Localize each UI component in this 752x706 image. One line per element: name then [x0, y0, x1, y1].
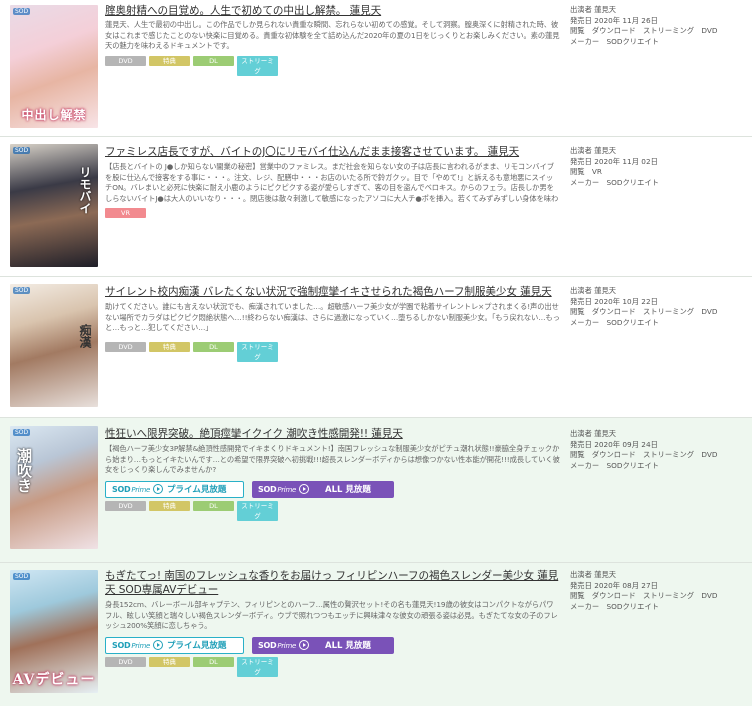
tag-dl[interactable]: DL: [193, 341, 234, 352]
format-tags: DVD 特典 DL ストリーミ グ: [105, 500, 560, 521]
tag-tokuten[interactable]: 特典: [149, 55, 190, 66]
tag-dl[interactable]: DL: [193, 55, 234, 66]
product-description: 【褐色ハーフ美少女3P解禁&絶頂性感開発でイキまくりドキュメント!】南国フレッシ…: [105, 444, 560, 474]
play-circle-icon: [152, 640, 163, 650]
product-thumbnail[interactable]: SOD 痴漢: [10, 284, 98, 407]
play-circle-icon: [298, 484, 309, 494]
release-date: 2020年 11月 02日: [594, 156, 658, 166]
all-unlimited-button[interactable]: SODPrime ALL 見放題: [252, 480, 394, 498]
product-thumbnail[interactable]: SOD AVデビュー: [10, 570, 98, 693]
performer-link[interactable]: 蓮見天: [594, 286, 616, 295]
sod-prime-logo: SODPrime: [258, 640, 296, 650]
performer-link[interactable]: 蓮見天: [594, 5, 616, 14]
view-formats: ダウンロード ストリーミング DVD: [591, 26, 718, 35]
thumbnail-caption: リモバイ: [78, 166, 92, 214]
performer-link[interactable]: 蓮見天: [594, 429, 616, 438]
list-item: SOD 痴漢 サイレント校内痴漢 バレたくない状況で強制痙攣イキさせられた褐色ハ…: [0, 277, 752, 418]
maker-link[interactable]: SODクリエイト: [606, 318, 658, 327]
label-logo: SOD: [13, 287, 31, 294]
performer-link[interactable]: 蓮見天: [594, 146, 616, 155]
thumbnail-caption: 潮吹き: [15, 448, 33, 493]
view-formats: ダウンロード ストリーミング DVD: [591, 307, 718, 316]
performer-link[interactable]: 蓮見天: [594, 570, 616, 579]
tag-dvd[interactable]: DVD: [105, 55, 146, 66]
tag-dvd[interactable]: DVD: [105, 500, 146, 511]
product-title-link[interactable]: ファミレス店長ですが、バイトのJ〇にリモバイ仕込んだまま接客させています。 蓮見…: [105, 145, 560, 159]
release-date: 2020年 08月 27日: [594, 580, 658, 590]
thumbnail-caption: AVデビュー: [12, 672, 96, 688]
thumbnail-caption: 中出し解禁: [21, 108, 87, 122]
list-item: SOD 潮吹き 性狂いへ限界突破。絶頂痙攣イクイク 潮吹き性感開発!! 蓮見天 …: [0, 418, 752, 563]
view-formats: ダウンロード ストリーミング DVD: [591, 591, 718, 600]
product-description: 身長152cm、バレーボール部キャプテン、フィリピンとのハーフ…属性の贅沢セット…: [105, 600, 558, 630]
prime-unlimited-button[interactable]: SODPrime プライム見放題: [105, 636, 244, 654]
thumbnail-caption: 痴漢: [78, 324, 92, 348]
product-description: 【店長とバイトの J●しか知らない闇業の秘密】営業中のファミレス。まだ社会を知ら…: [105, 162, 559, 203]
product-title-link[interactable]: もぎたてっ! 南国のフレッシュな香りをお届けっ フィリピンハーフの褐色スレンダー…: [105, 569, 560, 597]
product-meta: 出演者 蓮見天 発売日 2020年 08月 27日 閲覧 ダウンロード ストリー…: [570, 570, 718, 611]
maker-link[interactable]: SODクリエイト: [606, 461, 658, 470]
view-formats: ダウンロード ストリーミング DVD: [591, 450, 718, 459]
format-tags: DVD 特典 DL ストリーミ グ: [105, 341, 560, 362]
play-circle-icon: [152, 484, 163, 494]
format-tags: DVD 特典 DL ストリーミ グ: [105, 656, 560, 677]
product-thumbnail[interactable]: SOD 中出し解禁: [10, 5, 98, 128]
all-unlimited-button[interactable]: SODPrime ALL 見放題: [252, 636, 394, 654]
maker-link[interactable]: SODクリエイト: [606, 602, 658, 611]
product-thumbnail[interactable]: SOD 潮吹き: [10, 426, 98, 549]
release-date: 2020年 11月 26日: [594, 15, 658, 25]
view-formats: VR: [591, 167, 602, 176]
product-thumbnail[interactable]: SOD リモバイ: [10, 144, 98, 267]
tag-dl[interactable]: DL: [193, 500, 234, 511]
label-logo: SOD: [13, 573, 31, 580]
maker-link[interactable]: SODクリエイト: [606, 178, 658, 187]
product-title-link[interactable]: 腟奥射精への目覚め。人生で初めての中出し解禁。 蓮見天: [105, 4, 560, 18]
product-meta: 出演者 蓮見天 発売日 2020年 11月 26日 閲覧 ダウンロード ストリー…: [570, 5, 718, 46]
prime-unlimited-button[interactable]: SODPrime プライム見放題: [105, 480, 244, 498]
tag-streaming[interactable]: ストリーミ グ: [237, 500, 278, 521]
release-date: 2020年 10月 22日: [594, 296, 658, 306]
tag-dvd[interactable]: DVD: [105, 656, 146, 667]
format-tags: DVD 特典 DL ストリーミ グ: [105, 55, 560, 76]
tag-tokuten[interactable]: 特典: [149, 341, 190, 352]
product-meta: 出演者 蓮見天 発売日 2020年 11月 02日 閲覧 VR メーカー SOD…: [570, 146, 659, 187]
tag-vr[interactable]: VR: [105, 208, 146, 218]
format-tags: VR: [105, 208, 560, 218]
tag-streaming[interactable]: ストリーミ グ: [237, 656, 278, 677]
tag-dl[interactable]: DL: [193, 656, 234, 667]
label-logo: SOD: [13, 8, 31, 15]
product-meta: 出演者 蓮見天 発売日 2020年 09月 24日 閲覧 ダウンロード ストリー…: [570, 429, 718, 470]
product-description: 助けてください。誰にも言えない状況でも、痴漢されていました…。超敏感ハーフ美少女…: [105, 302, 560, 332]
tag-dvd[interactable]: DVD: [105, 341, 146, 352]
tag-tokuten[interactable]: 特典: [149, 500, 190, 511]
streaming-banners: SODPrime プライム見放題 SODPrime ALL 見放題: [105, 636, 560, 654]
sod-prime-logo: SODPrime: [112, 640, 150, 650]
product-description: 蓮見天、人生で最初の中出し。この作品でしか見られない貴重な瞬間、忘れらない初めて…: [105, 20, 560, 50]
list-item: SOD リモバイ ファミレス店長ですが、バイトのJ〇にリモバイ仕込んだまま接客さ…: [0, 137, 752, 277]
streaming-banners: SODPrime プライム見放題 SODPrime ALL 見放題: [105, 480, 560, 498]
product-meta: 出演者 蓮見天 発売日 2020年 10月 22日 閲覧 ダウンロード ストリー…: [570, 286, 718, 327]
product-title-link[interactable]: 性狂いへ限界突破。絶頂痙攣イクイク 潮吹き性感開発!! 蓮見天: [105, 427, 560, 441]
sod-prime-logo: SODPrime: [112, 484, 150, 494]
product-title-link[interactable]: サイレント校内痴漢 バレたくない状況で強制痙攣イキさせられた褐色ハーフ制服美少女…: [105, 285, 560, 299]
sod-prime-logo: SODPrime: [258, 484, 296, 494]
tag-streaming[interactable]: ストリーミ グ: [237, 55, 278, 76]
list-item: SOD 中出し解禁 腟奥射精への目覚め。人生で初めての中出し解禁。 蓮見天 蓮見…: [0, 0, 752, 137]
tag-streaming[interactable]: ストリーミ グ: [237, 341, 278, 362]
maker-link[interactable]: SODクリエイト: [606, 37, 658, 46]
release-date: 2020年 09月 24日: [594, 439, 658, 449]
label-logo: SOD: [13, 429, 31, 436]
list-item: SOD AVデビュー もぎたてっ! 南国のフレッシュな香りをお届けっ フィリピン…: [0, 563, 752, 706]
product-list: SOD 中出し解禁 腟奥射精への目覚め。人生で初めての中出し解禁。 蓮見天 蓮見…: [0, 0, 752, 706]
label-logo: SOD: [13, 147, 31, 154]
tag-tokuten[interactable]: 特典: [149, 656, 190, 667]
play-circle-icon: [298, 640, 309, 650]
